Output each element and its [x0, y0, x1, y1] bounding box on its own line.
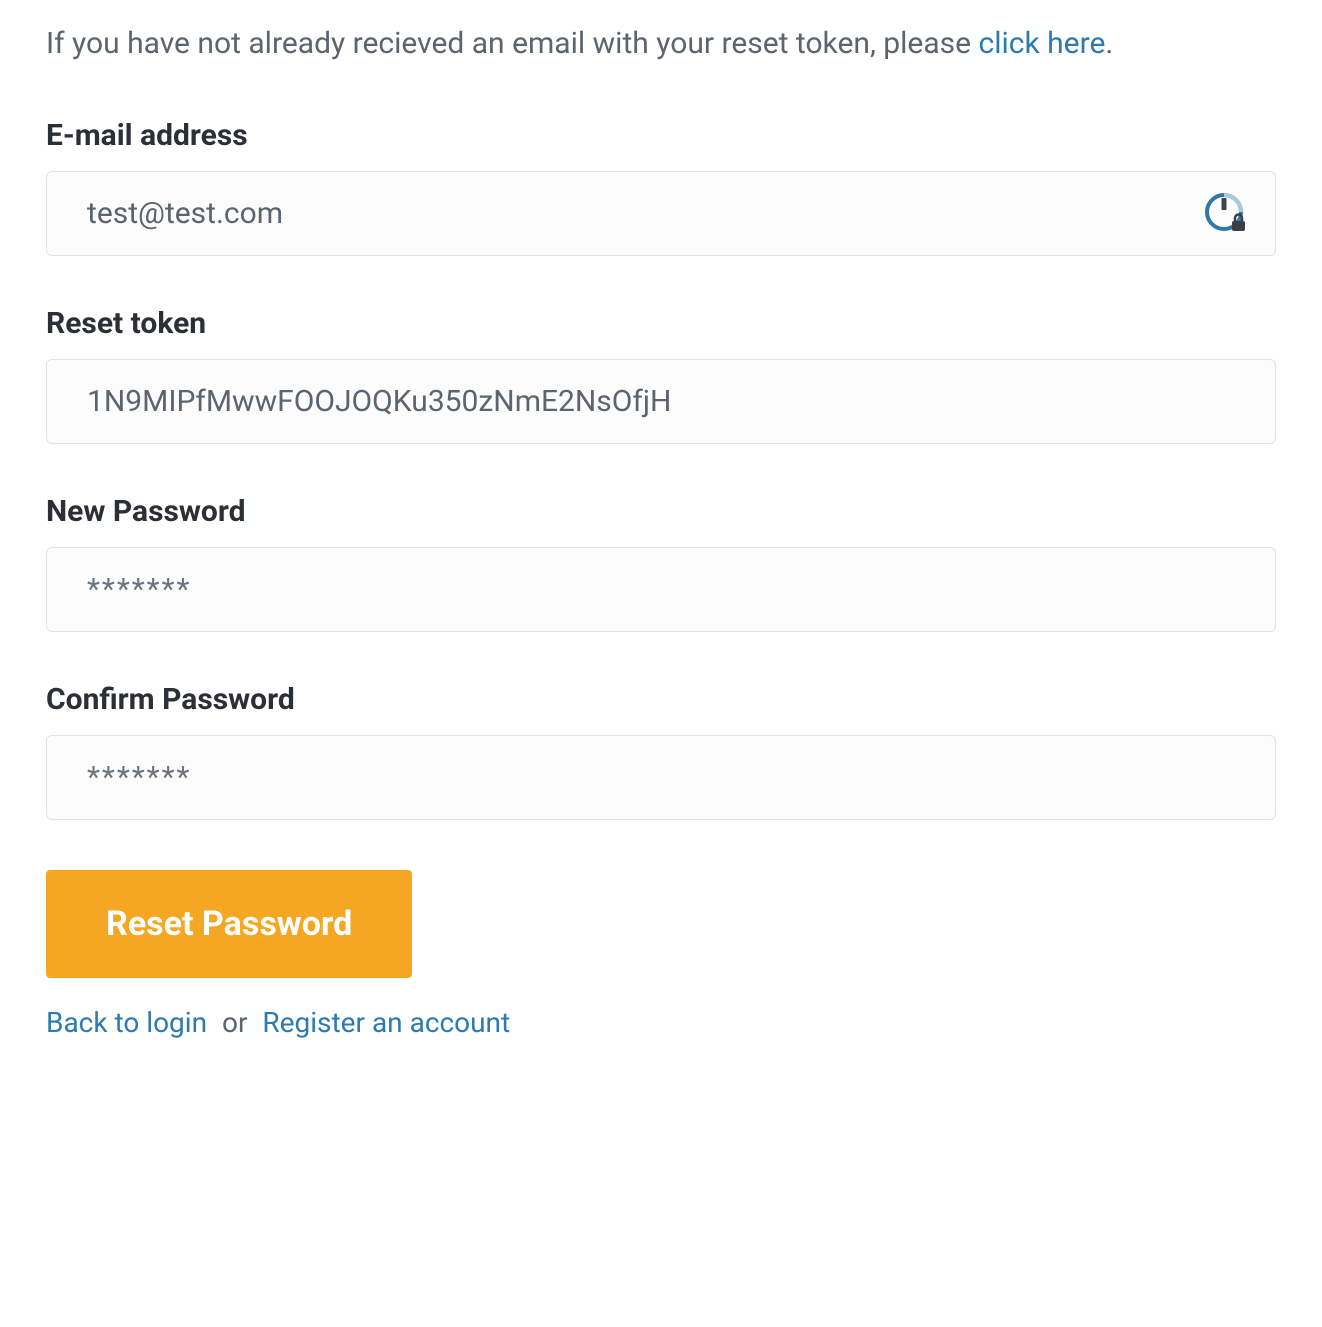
password-manager-icon[interactable] [1204, 192, 1248, 236]
confirm-password-field[interactable] [46, 735, 1276, 820]
footer-links: Back to login or Register an account [46, 1006, 1276, 1039]
token-group: Reset token [46, 306, 1276, 444]
token-input-wrapper [46, 359, 1276, 444]
reset-password-button[interactable]: Reset Password [46, 870, 412, 978]
new-password-group: New Password [46, 494, 1276, 632]
footer-separator: or [222, 1006, 247, 1039]
intro-prefix: If you have not already recieved an emai… [46, 26, 979, 61]
intro-suffix: . [1105, 26, 1113, 61]
back-to-login-link[interactable]: Back to login [46, 1006, 207, 1039]
new-password-input-wrapper [46, 547, 1276, 632]
token-label: Reset token [46, 306, 1276, 341]
email-field[interactable] [46, 171, 1276, 256]
new-password-field[interactable] [46, 547, 1276, 632]
email-input-wrapper [46, 171, 1276, 256]
intro-text: If you have not already recieved an emai… [46, 20, 1276, 68]
click-here-link[interactable]: click here [979, 26, 1106, 61]
confirm-password-input-wrapper [46, 735, 1276, 820]
register-account-link[interactable]: Register an account [262, 1006, 510, 1039]
confirm-password-group: Confirm Password [46, 682, 1276, 820]
email-label: E-mail address [46, 118, 1276, 153]
email-group: E-mail address [46, 118, 1276, 256]
new-password-label: New Password [46, 494, 1276, 529]
token-field[interactable] [46, 359, 1276, 444]
confirm-password-label: Confirm Password [46, 682, 1276, 717]
